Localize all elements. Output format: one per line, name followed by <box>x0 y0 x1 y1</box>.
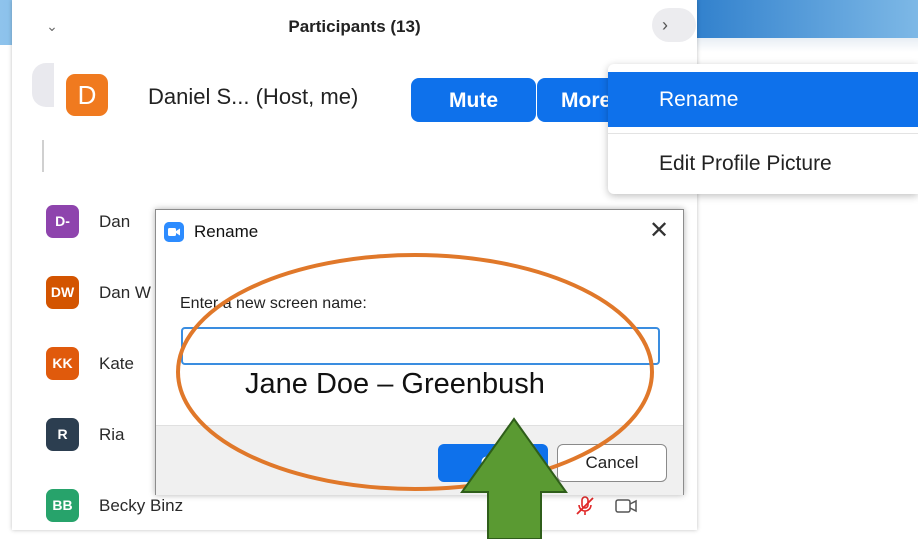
ok-button[interactable]: OK <box>438 444 548 482</box>
avatar: DW <box>46 276 79 309</box>
panel-title: Participants (13) <box>288 17 421 36</box>
zoom-logo-icon <box>164 222 184 242</box>
video-icon[interactable] <box>614 495 638 517</box>
participant-name: Dan W <box>99 283 151 302</box>
host-name: Daniel S... (Host, me) <box>148 84 359 109</box>
avatar: R <box>46 418 79 451</box>
participant-name: Becky Binz <box>99 496 184 515</box>
avatar: D- <box>46 205 79 238</box>
participant-name: Dan <box>99 212 131 231</box>
search-pill-edge <box>32 63 54 107</box>
dialog-title: Rename <box>194 222 259 241</box>
close-icon[interactable]: ✕ <box>644 216 674 246</box>
panel-header: ⌄ Participants (13) › <box>12 0 697 58</box>
avatar: KK <box>46 347 79 380</box>
mute-button[interactable]: Mute <box>411 78 536 122</box>
avatar: D <box>66 74 108 116</box>
context-menu: Rename Edit Profile Picture <box>608 64 918 194</box>
mic-muted-icon[interactable] <box>574 495 596 517</box>
participant-name: Kate <box>99 354 134 373</box>
participant-name: Ria <box>99 425 125 444</box>
field-label: Enter a new screen name: <box>180 295 367 312</box>
rename-dialog: Rename ✕ Enter a new screen name: OK Can… <box>155 209 684 495</box>
menu-item-edit-profile-picture[interactable]: Edit Profile Picture <box>608 136 918 191</box>
window-edge <box>690 38 918 52</box>
cancel-button[interactable]: Cancel <box>557 444 667 482</box>
divider <box>608 133 918 134</box>
screen-name-input[interactable] <box>181 327 660 365</box>
avatar: BB <box>46 489 79 522</box>
header-overflow-button[interactable]: › <box>652 8 696 42</box>
divider <box>42 140 44 172</box>
menu-item-rename[interactable]: Rename <box>608 72 918 127</box>
